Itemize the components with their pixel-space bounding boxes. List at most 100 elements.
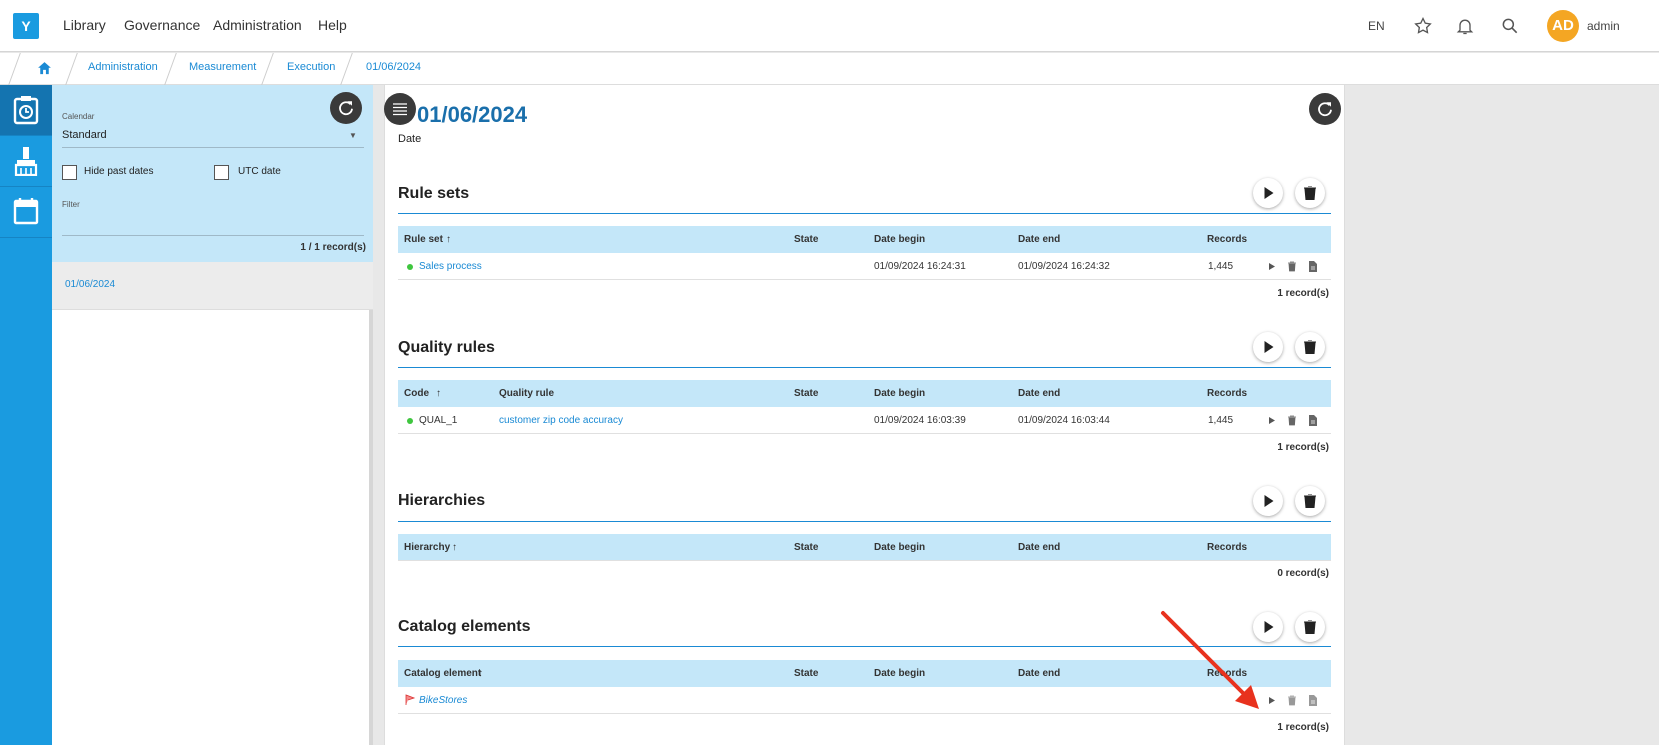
side-rail: [0, 85, 52, 745]
run-all-button[interactable]: [1253, 332, 1283, 362]
column-header-rule-set[interactable]: Rule set: [404, 234, 443, 245]
column-header-date-begin[interactable]: Date begin: [874, 668, 925, 679]
column-header-records[interactable]: Records: [1207, 388, 1247, 399]
column-header-date-begin[interactable]: Date begin: [874, 542, 925, 553]
column-header-quality-rule[interactable]: Quality rule: [499, 388, 554, 399]
column-header-date-end[interactable]: Date end: [1018, 234, 1060, 245]
hide-past-dates-checkbox[interactable]: [62, 165, 77, 180]
filter-label: Filter: [62, 200, 80, 209]
document-icon[interactable]: [1307, 694, 1319, 707]
column-header-records[interactable]: Records: [1207, 542, 1247, 553]
column-header-hierarchy[interactable]: Hierarchy: [404, 542, 450, 553]
rail-calendar-button[interactable]: [0, 187, 52, 238]
star-icon[interactable]: [1413, 16, 1433, 36]
document-icon[interactable]: [1307, 414, 1319, 427]
calendar-select[interactable]: Standard: [62, 129, 107, 141]
table-header: Code ↑ Quality rule State Date begin Dat…: [398, 380, 1331, 407]
filter-input[interactable]: [62, 235, 364, 236]
hide-past-dates-label: Hide past dates: [84, 166, 154, 177]
list-item[interactable]: 01/06/2024: [52, 262, 373, 310]
rule-set-link[interactable]: Sales process: [419, 261, 482, 272]
menu-button[interactable]: [384, 93, 416, 125]
breadcrumb-execution[interactable]: Execution: [287, 61, 335, 73]
flag-icon: [405, 694, 416, 705]
record-count: 1 / 1 record(s): [300, 242, 366, 253]
column-header-state[interactable]: State: [794, 388, 818, 399]
table-row[interactable]: Sales process 01/09/2024 16:24:31 01/09/…: [398, 253, 1331, 280]
filter-area: Calendar Standard ▼ Hide past dates UTC …: [52, 85, 373, 262]
breadcrumb-administration[interactable]: Administration: [88, 61, 158, 73]
app-logo[interactable]: Y: [13, 13, 39, 39]
page-title: 01/06/2024: [417, 102, 528, 127]
calendar-label: Calendar: [62, 112, 95, 121]
breadcrumb-separator: [65, 53, 78, 85]
delete-all-button[interactable]: [1295, 178, 1325, 208]
delete-all-button[interactable]: [1295, 332, 1325, 362]
status-dot: [407, 264, 413, 270]
run-all-button[interactable]: [1253, 178, 1283, 208]
record-count: 0 record(s): [1277, 568, 1329, 579]
refresh-icon: [1318, 102, 1332, 117]
nav-administration[interactable]: Administration: [213, 17, 302, 33]
play-icon[interactable]: [1266, 414, 1278, 427]
breadcrumb-measurement[interactable]: Measurement: [189, 61, 256, 73]
sort-up-icon[interactable]: ↑: [478, 668, 483, 679]
trash-icon[interactable]: [1286, 414, 1298, 427]
column-header-records[interactable]: Records: [1207, 234, 1247, 245]
delete-all-button[interactable]: [1295, 612, 1325, 642]
delete-all-button[interactable]: [1295, 486, 1325, 516]
records: 1,445: [1208, 261, 1234, 272]
calendar-icon: [13, 198, 39, 225]
record-count: 1 record(s): [1277, 722, 1329, 733]
nav-governance[interactable]: Governance: [124, 17, 200, 33]
rail-measurement-button[interactable]: [0, 85, 52, 136]
records: 1,445: [1208, 415, 1234, 426]
sort-up-icon[interactable]: ↑: [436, 388, 441, 399]
date-begin: 01/09/2024 16:24:31: [874, 261, 966, 272]
breadcrumb-separator: [261, 53, 274, 85]
column-header-date-begin[interactable]: Date begin: [874, 234, 925, 245]
nav-help[interactable]: Help: [318, 17, 347, 33]
username[interactable]: admin: [1587, 19, 1620, 33]
search-icon[interactable]: [1500, 16, 1520, 36]
annotation-arrow-icon: [1161, 611, 1259, 709]
catalog-element-link[interactable]: BikeStores: [419, 695, 467, 706]
trash-icon[interactable]: [1286, 694, 1298, 707]
document-icon[interactable]: [1307, 260, 1319, 273]
column-header-date-end[interactable]: Date end: [1018, 388, 1060, 399]
column-header-state[interactable]: State: [794, 234, 818, 245]
column-header-code[interactable]: Code: [404, 388, 429, 399]
divider: [62, 147, 364, 148]
left-panel: Calendar Standard ▼ Hide past dates UTC …: [52, 85, 373, 745]
play-icon[interactable]: [1266, 260, 1278, 273]
bell-icon[interactable]: [1455, 16, 1475, 36]
trash-icon: [1304, 340, 1316, 354]
run-all-button[interactable]: [1253, 486, 1283, 516]
menu-icon: [393, 103, 407, 116]
home-icon[interactable]: [36, 60, 53, 77]
column-header-state[interactable]: State: [794, 542, 818, 553]
table-header: Rule set ↑ State Date begin Date end Rec…: [398, 226, 1331, 253]
rail-cleaning-button[interactable]: [0, 136, 52, 187]
language-selector[interactable]: EN: [1368, 19, 1385, 33]
column-header-catalog-element[interactable]: Catalog element: [404, 668, 481, 679]
refresh-button[interactable]: [330, 92, 362, 124]
column-header-state[interactable]: State: [794, 668, 818, 679]
chevron-down-icon[interactable]: ▼: [349, 131, 357, 140]
column-header-date-end[interactable]: Date end: [1018, 542, 1060, 553]
breadcrumb-separator: [8, 53, 21, 85]
column-header-date-begin[interactable]: Date begin: [874, 388, 925, 399]
table-row[interactable]: QUAL_1 customer zip code accuracy 01/09/…: [398, 407, 1331, 434]
date-end: 01/09/2024 16:24:32: [1018, 261, 1110, 272]
avatar[interactable]: AD: [1547, 10, 1579, 42]
nav-library[interactable]: Library: [63, 17, 106, 33]
quality-rule-link[interactable]: customer zip code accuracy: [499, 415, 623, 426]
sort-up-icon[interactable]: ↑: [452, 542, 457, 553]
sort-up-icon[interactable]: ↑: [446, 234, 451, 245]
refresh-button[interactable]: [1309, 93, 1341, 125]
utc-date-checkbox[interactable]: [214, 165, 229, 180]
trash-icon[interactable]: [1286, 260, 1298, 273]
column-header-date-end[interactable]: Date end: [1018, 668, 1060, 679]
date-begin: 01/09/2024 16:03:39: [874, 415, 966, 426]
breadcrumb-current[interactable]: 01/06/2024: [366, 61, 421, 73]
